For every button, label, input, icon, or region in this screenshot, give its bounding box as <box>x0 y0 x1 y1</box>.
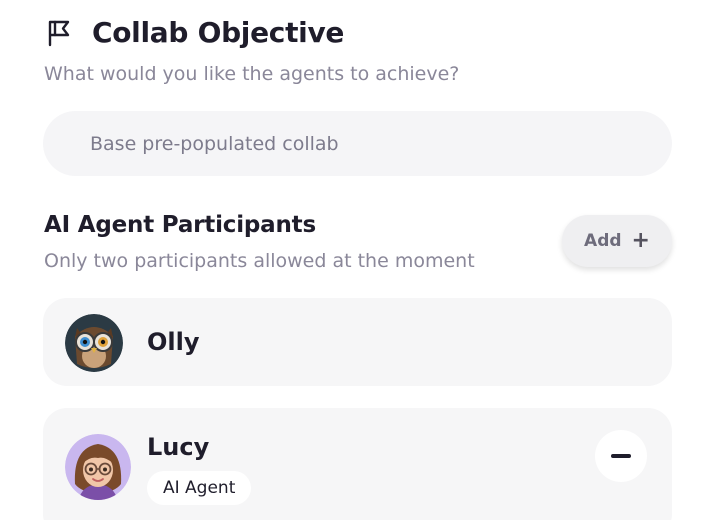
participant-card-olly[interactable]: Olly <box>43 298 672 386</box>
flag-icon <box>48 20 70 47</box>
objective-input[interactable] <box>43 111 672 176</box>
participants-title: AI Agent Participants <box>44 212 316 238</box>
participant-name: Olly <box>147 328 200 356</box>
remove-participant-button[interactable] <box>595 430 647 482</box>
owl-avatar <box>65 314 123 372</box>
minus-icon <box>611 454 631 458</box>
page-title: Collab Objective <box>92 16 345 49</box>
page-subtitle: What would you like the agents to achiev… <box>44 63 460 85</box>
participants-subtitle: Only two participants allowed at the mom… <box>44 250 475 272</box>
participant-name: Lucy <box>147 433 210 461</box>
add-participant-button[interactable]: Add + <box>562 215 672 267</box>
participant-card-lucy[interactable]: Lucy AI Agent <box>43 408 672 520</box>
plus-icon: + <box>631 228 650 253</box>
woman-with-glasses-avatar <box>65 434 131 500</box>
collab-form: Collab Objective What would you like the… <box>0 0 716 520</box>
ai-agent-badge: AI Agent <box>147 471 252 505</box>
add-button-label: Add <box>584 231 622 251</box>
